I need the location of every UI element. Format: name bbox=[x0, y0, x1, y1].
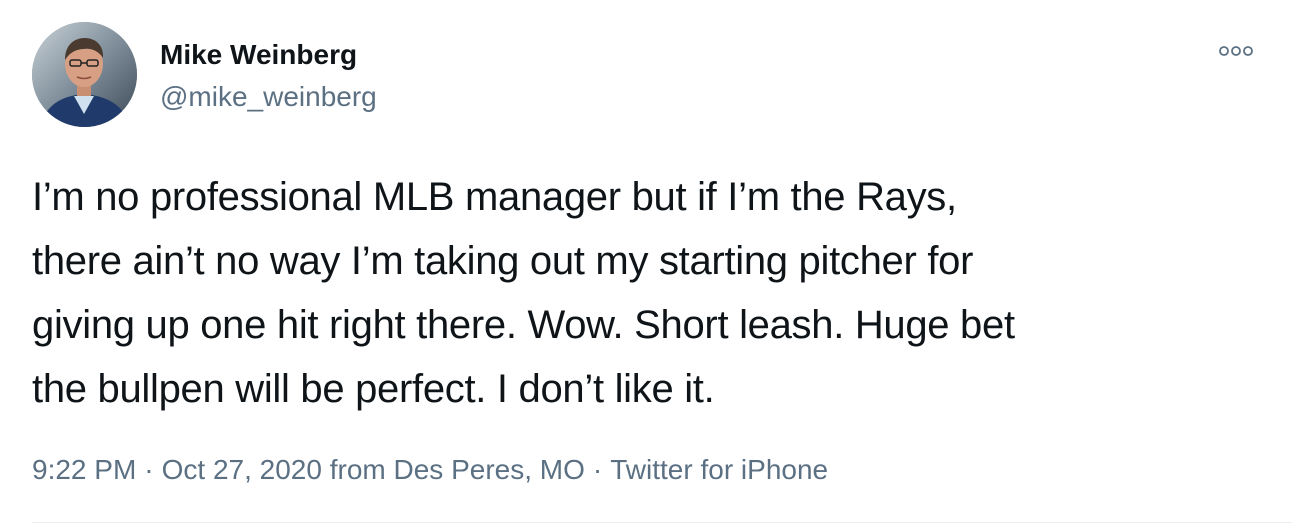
tweet-card: Mike Weinberg @mike_weinberg I’m no prof… bbox=[0, 0, 1292, 529]
tweet-date: Oct 27, 2020 bbox=[161, 454, 322, 485]
more-options-icon bbox=[1219, 46, 1253, 56]
avatar-image bbox=[32, 22, 137, 127]
author-handle[interactable]: @mike_weinberg bbox=[160, 80, 377, 114]
divider bbox=[32, 522, 1292, 523]
tweet-time: 9:22 PM bbox=[32, 454, 137, 485]
more-options-button[interactable] bbox=[1214, 40, 1258, 62]
author-display-name[interactable]: Mike Weinberg bbox=[160, 38, 357, 72]
meta-separator: · bbox=[144, 454, 154, 485]
tweet-text: I’m no professional MLB manager but if I… bbox=[32, 175, 1015, 411]
timestamp-link[interactable]: 9:22 PM · Oct 27, 2020 bbox=[32, 454, 322, 485]
tweet-source-link[interactable]: Twitter for iPhone bbox=[610, 454, 828, 485]
tweet-meta: 9:22 PM · Oct 27, 2020 from Des Peres, MO ·… bbox=[32, 452, 828, 488]
meta-separator: · bbox=[592, 454, 603, 485]
avatar[interactable] bbox=[32, 22, 137, 127]
tweet-location: from Des Peres, MO bbox=[329, 454, 585, 485]
